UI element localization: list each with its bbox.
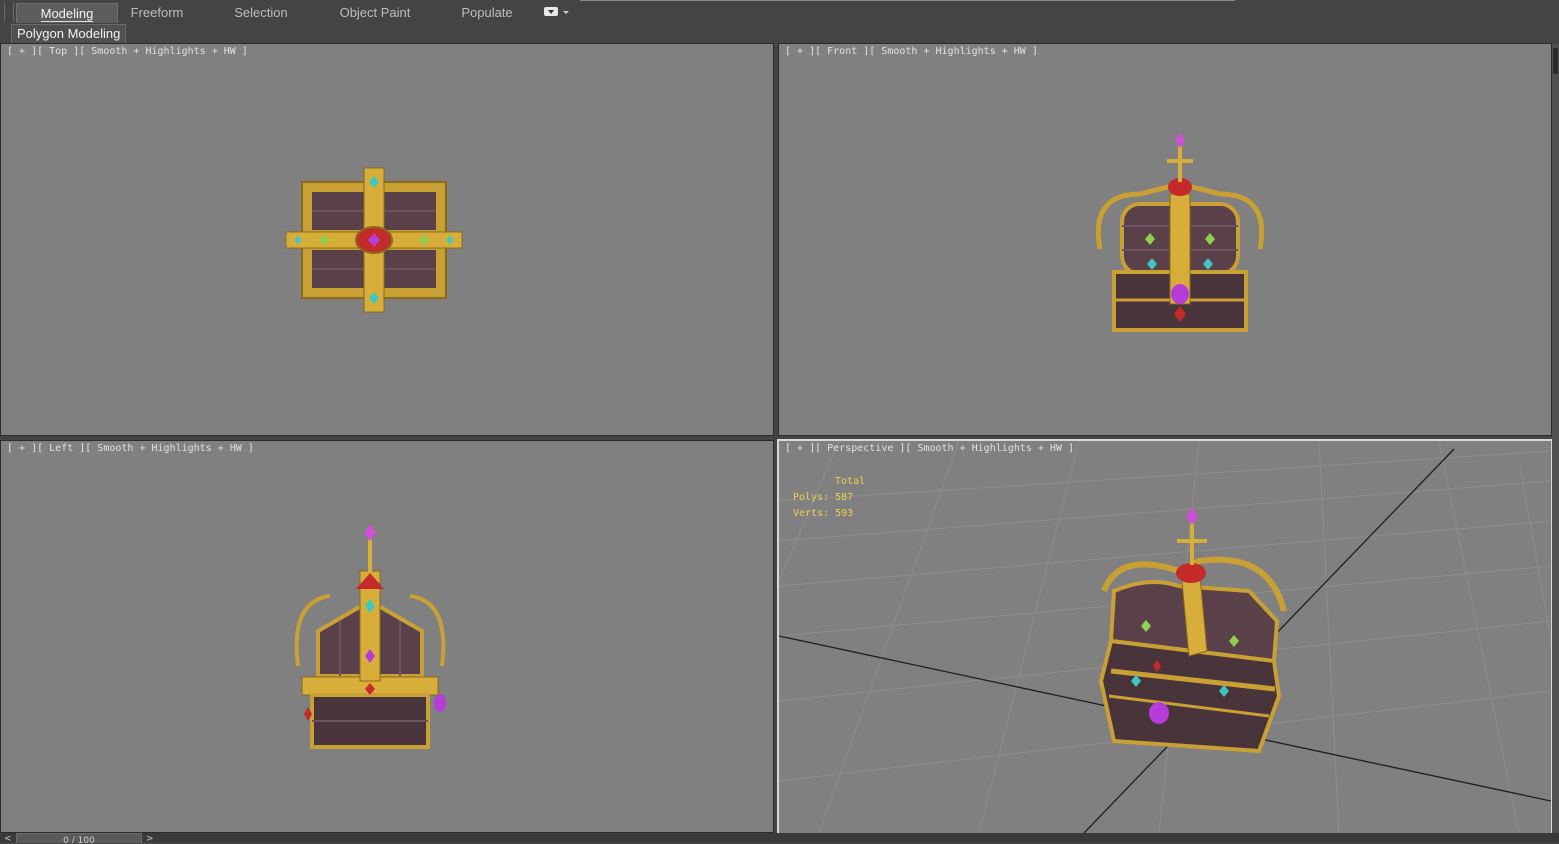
stats-polys: Polys: 587 <box>793 492 854 503</box>
right-scrollbar[interactable] <box>1552 44 1559 834</box>
scene-statistics: Total Polys: 587 Verts: 593 <box>793 474 865 522</box>
ribbon-grip-handle[interactable] <box>4 3 14 21</box>
perspective-grid <box>779 441 1551 833</box>
chest-left-view <box>294 524 446 749</box>
ribbon-options-icon[interactable] <box>544 7 558 16</box>
chest-top-view <box>285 167 463 313</box>
chest-front-view <box>1095 132 1265 332</box>
viewport-top[interactable]: [ + ][ Top ][ Smooth + Highlights + HW ] <box>0 43 774 436</box>
viewport-perspective[interactable]: [ + ][ Perspective ][ Smooth + Highlight… <box>777 439 1553 835</box>
ribbon-tab-bar: Modeling Freeform Selection Object Paint… <box>0 0 1559 25</box>
scrollbar-thumb[interactable] <box>1553 48 1558 74</box>
tab-populate[interactable]: Populate <box>452 3 522 22</box>
tab-selection[interactable]: Selection <box>224 3 298 22</box>
tab-object-paint[interactable]: Object Paint <box>330 3 420 22</box>
next-frame-button[interactable]: > <box>146 834 154 844</box>
chevron-down-icon[interactable] <box>563 11 569 14</box>
ribbon-panel-bar: Polygon Modeling <box>0 24 1559 44</box>
viewport-perspective-label[interactable]: [ + ][ Perspective ][ Smooth + Highlight… <box>785 443 1074 454</box>
ribbon-divider <box>580 0 1235 1</box>
viewport-left[interactable]: [ + ][ Left ][ Smooth + Highlights + HW … <box>0 440 774 833</box>
prev-frame-button[interactable]: < <box>4 834 12 844</box>
tab-modeling[interactable]: Modeling <box>16 3 118 23</box>
polygon-modeling-panel-button[interactable]: Polygon Modeling <box>11 24 127 44</box>
stats-verts: Verts: 593 <box>793 508 854 519</box>
viewport-front[interactable]: [ + ][ Front ][ Smooth + Highlights + HW… <box>778 43 1552 436</box>
stats-header: Total <box>835 476 866 487</box>
tab-freeform[interactable]: Freeform <box>120 3 194 22</box>
time-slider-bar: < 0 / 100 > <box>0 833 1559 844</box>
